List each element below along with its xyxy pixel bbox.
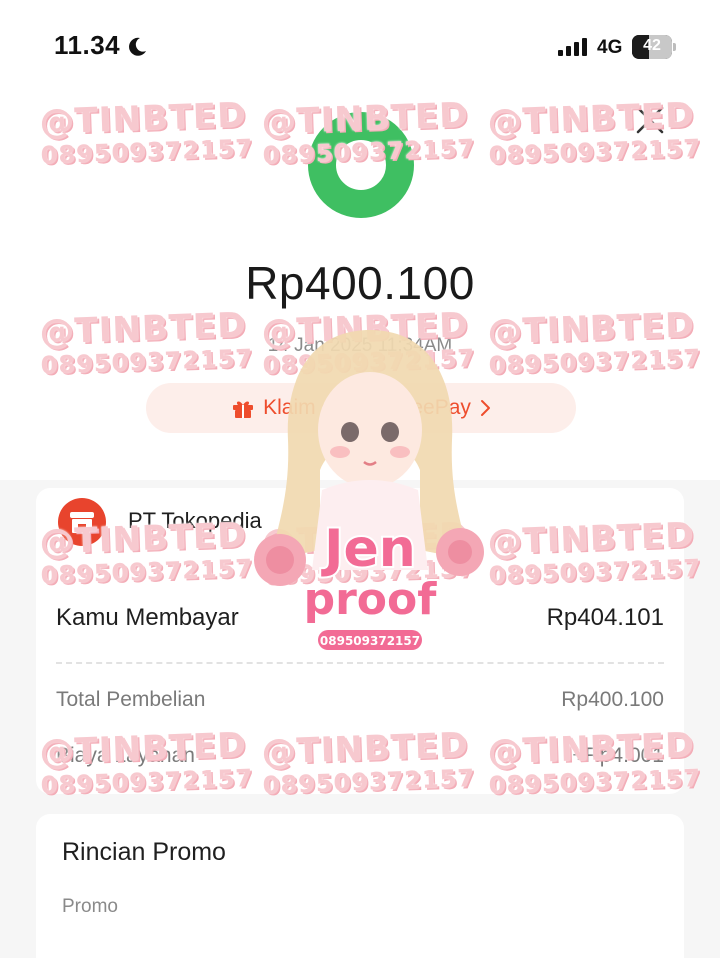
- total-purchase-label: Total Pembelian: [56, 688, 206, 711]
- close-icon[interactable]: [632, 102, 668, 138]
- promo-label: Promo: [62, 896, 118, 917]
- divider: [56, 662, 664, 664]
- success-check-icon: [308, 112, 414, 218]
- payment-datetime: 14 Jan 2025 11:34AM: [267, 335, 453, 356]
- battery-indicator: 42: [632, 35, 676, 59]
- amount-paid-value: Rp404.101: [546, 604, 664, 631]
- payment-receipt-screen: 11.34 4G 42 Rp400.100 14 Jan 2025 11:34A: [0, 0, 720, 958]
- chevron-right-icon: [480, 400, 490, 416]
- total-purchase-value: Rp400.100: [561, 688, 664, 711]
- network-type: 4G: [597, 37, 623, 58]
- status-bar: 11.34 4G 42: [0, 0, 720, 80]
- moon-icon: [129, 37, 146, 56]
- service-fee-label: Biaya Layanan: [56, 744, 195, 767]
- battery-level: 42: [643, 37, 661, 54]
- service-fee-value: +Rp4.001: [572, 744, 664, 767]
- reward-banner-label: Klaim dari ShopeePay: [263, 396, 471, 419]
- promo-section-title: Rincian Promo: [62, 838, 226, 866]
- amount-paid-label: Kamu Membayar: [56, 604, 239, 631]
- promo-card: [36, 814, 684, 958]
- payment-amount: Rp400.100: [245, 257, 475, 309]
- merchant-name: PT Tokopedia: [128, 508, 262, 533]
- signal-icon: [558, 38, 587, 56]
- gift-icon: [233, 401, 254, 418]
- status-time: 11.34: [54, 30, 121, 60]
- shopeepay-reward-banner[interactable]: Klaim dari ShopeePay: [146, 383, 576, 433]
- store-icon: [58, 498, 106, 546]
